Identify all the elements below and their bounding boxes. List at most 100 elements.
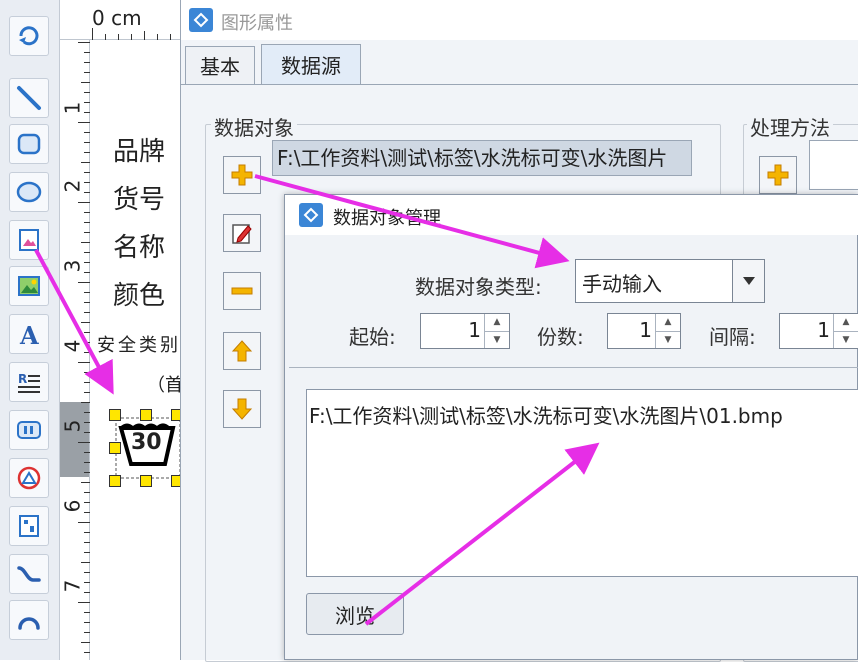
interval-spinner[interactable]: 1 ▲ ▼ — [779, 313, 858, 349]
data-object-path-item[interactable]: F:\工作资料\测试\标签\水洗标可变\水洗图片 — [272, 140, 692, 176]
interval-label: 间隔: — [709, 325, 756, 349]
data-object-manager-dialog: 数据对象管理 数据对象类型: 手动输入 起始: 1 ▲ ▼ 份数: 1 ▲ ▼ … — [284, 194, 858, 660]
ruler-tick — [84, 462, 90, 463]
ruler-tick — [84, 62, 90, 63]
image-tool-button[interactable] — [9, 220, 49, 260]
picture-tool-button[interactable] — [9, 266, 49, 306]
spin-up-button[interactable]: ▲ — [656, 314, 680, 331]
wash-symbol-image[interactable]: 30 — [109, 409, 183, 487]
ruler-tick — [84, 132, 90, 133]
rounded-rectangle-tool-button[interactable] — [9, 124, 49, 164]
rich-text-tool-button[interactable]: R — [9, 362, 49, 402]
copies-value: 1 — [639, 318, 652, 342]
data-content-textarea[interactable]: F:\工作资料\测试\标签\水洗标可变\水洗图片\01.bmp — [306, 389, 858, 577]
curve-icon — [17, 566, 41, 582]
ruler-tick — [84, 342, 90, 343]
dropdown-button[interactable] — [732, 260, 764, 302]
shape-tool-button[interactable] — [9, 458, 49, 498]
ruler-tick — [81, 162, 90, 163]
label-canvas[interactable]: 品牌 货号 名称 颜色 安全类别 （首 30 — [91, 41, 183, 660]
spinner-buttons: ▲ ▼ — [484, 314, 509, 348]
resize-handle[interactable] — [109, 409, 121, 421]
arrow-down-icon — [231, 398, 253, 420]
start-value: 1 — [468, 318, 481, 342]
spin-down-button[interactable]: ▼ — [656, 331, 680, 349]
add-data-object-button[interactable] — [223, 156, 261, 194]
arc-tool-button[interactable] — [9, 600, 49, 640]
canvas-label-brand[interactable]: 品牌 — [113, 131, 165, 168]
ruler-mark: 1 — [60, 101, 85, 115]
ruler-tick — [84, 372, 90, 373]
ruler-tick — [84, 292, 90, 293]
ruler-tick — [81, 322, 90, 323]
spin-up-button[interactable]: ▲ — [485, 314, 509, 331]
text-tool-button[interactable]: A — [9, 314, 49, 354]
ruler-tick — [84, 92, 90, 93]
ruler-tick — [81, 642, 90, 643]
data-object-type-value: 手动输入 — [582, 272, 662, 296]
canvas-paren-text[interactable]: （首 — [147, 371, 183, 397]
browse-button[interactable]: 浏览 — [306, 593, 404, 635]
canvas-label-color[interactable]: 颜色 — [113, 275, 165, 312]
ruler-tick — [78, 362, 90, 363]
spinner-buttons: ▲ ▼ — [655, 314, 680, 348]
process-method-group-title: 处理方法 — [747, 112, 833, 141]
data-object-type-select[interactable]: 手动输入 — [575, 259, 765, 303]
dialog-titlebar: 数据对象管理 — [285, 195, 858, 235]
ruler-tick — [84, 302, 90, 303]
spin-up-button[interactable]: ▲ — [834, 314, 858, 331]
canvas-safety-category-text[interactable]: 安全类别 — [97, 331, 181, 357]
ruler-tick — [84, 382, 90, 383]
ruler-tick — [84, 232, 90, 233]
resize-handle[interactable] — [140, 409, 152, 421]
barcode-tool-button[interactable] — [9, 410, 49, 450]
app-icon — [299, 203, 323, 227]
ruler-mark: 3 — [60, 259, 85, 273]
ellipse-icon — [16, 181, 42, 203]
rounded-rectangle-icon — [17, 133, 41, 155]
canvas-label-name[interactable]: 名称 — [113, 227, 165, 264]
copies-spinner[interactable]: 1 ▲ ▼ — [607, 313, 681, 349]
start-label: 起始: — [349, 325, 396, 349]
qr-tool-button[interactable] — [9, 506, 49, 546]
ruler-tick — [84, 472, 90, 473]
add-process-button[interactable] — [759, 156, 797, 194]
ruler-tick — [84, 592, 90, 593]
ruler-tick — [81, 242, 90, 243]
ruler-tick — [84, 502, 90, 503]
ruler-tick — [84, 452, 90, 453]
spin-down-button[interactable]: ▼ — [485, 331, 509, 349]
ruler-tick — [84, 412, 90, 413]
ruler-tick — [84, 102, 90, 103]
ruler-tick — [84, 142, 90, 143]
ruler-tick — [78, 602, 90, 603]
move-up-button[interactable] — [223, 332, 261, 370]
tool-palette: A R — [0, 0, 60, 660]
tab-basic[interactable]: 基本 — [185, 46, 255, 84]
ruler-mark: 7 — [60, 579, 85, 593]
rich-text-icon: R — [18, 372, 40, 393]
tab-data-source[interactable]: 数据源 — [261, 44, 361, 84]
line-tool-button[interactable] — [9, 78, 49, 118]
resize-handle[interactable] — [140, 475, 152, 487]
ruler-mark: 4 — [60, 339, 85, 353]
resize-handle[interactable] — [109, 442, 121, 454]
start-spinner[interactable]: 1 ▲ ▼ — [420, 313, 510, 349]
remove-data-object-button[interactable] — [223, 272, 261, 310]
resize-handle[interactable] — [109, 475, 121, 487]
spin-down-button[interactable]: ▼ — [834, 331, 858, 349]
ellipse-tool-button[interactable] — [9, 172, 49, 212]
refresh-icon — [19, 26, 39, 46]
process-method-list[interactable] — [809, 140, 858, 190]
move-down-button[interactable] — [223, 390, 261, 428]
curve-tool-button[interactable] — [9, 554, 49, 594]
shape-icon — [17, 466, 41, 490]
plus-icon — [231, 164, 253, 186]
refresh-tool-button[interactable] — [9, 16, 49, 56]
qr-icon — [19, 515, 39, 537]
ruler-tick — [84, 192, 90, 193]
edit-data-object-button[interactable] — [223, 214, 261, 252]
canvas-label-item-number[interactable]: 货号 — [113, 179, 165, 216]
arrow-up-icon — [231, 340, 253, 362]
ruler-tick — [84, 172, 90, 173]
